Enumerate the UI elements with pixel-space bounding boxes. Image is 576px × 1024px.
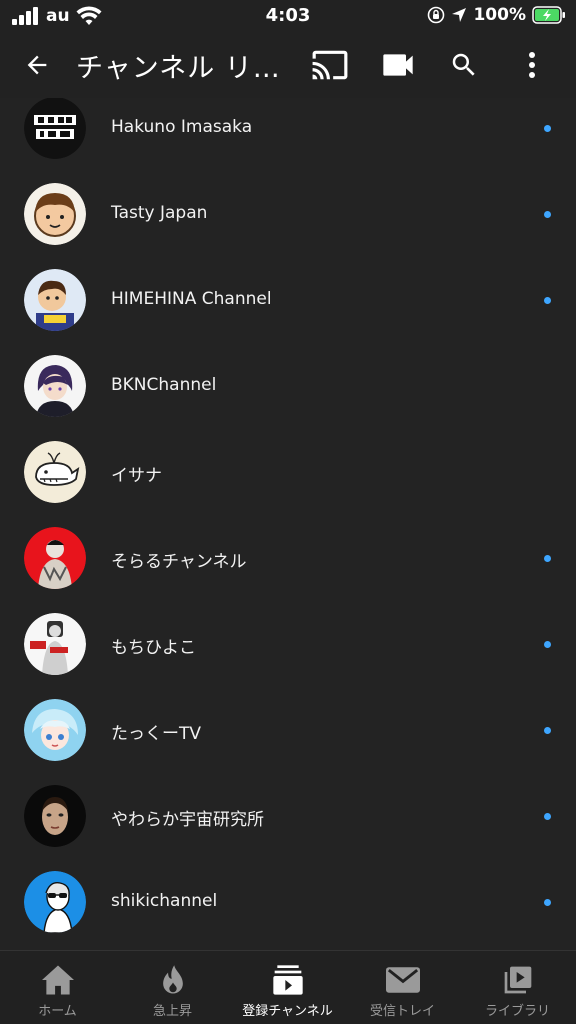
nav-trending[interactable]: 急上昇 [115, 951, 230, 1024]
back-button[interactable] [13, 41, 61, 89]
channel-name: やわらか宇宙研究所 [111, 810, 264, 830]
new-content-dot [544, 641, 551, 648]
nav-label: ライブラリ [484, 1004, 550, 1019]
battery-percent: 100% [473, 5, 526, 25]
channel-name: たっくーTV [111, 724, 202, 744]
new-content-dot [544, 125, 551, 132]
location-icon [452, 8, 467, 22]
list-item[interactable]: Hakuno Imasaka [0, 98, 576, 171]
list-item[interactable]: HIMEHINA Channel [0, 257, 576, 343]
app-bar: チャンネル リ… [0, 32, 576, 98]
list-item[interactable]: Tasty Japan [0, 171, 576, 257]
channel-name: Hakuno Imasaka [111, 117, 253, 137]
nav-label: 急上昇 [152, 1004, 192, 1019]
more-options-button[interactable] [508, 41, 556, 89]
avatar [24, 355, 86, 417]
back-arrow-icon [27, 55, 47, 75]
nav-label: ホーム [38, 1004, 77, 1019]
battery-charging-icon [532, 6, 565, 24]
cast-button[interactable] [306, 41, 354, 89]
nav-home[interactable]: ホーム [0, 951, 115, 1024]
new-content-dot [544, 211, 551, 218]
avatar [24, 441, 86, 503]
list-item[interactable]: shikichannel [0, 859, 576, 945]
status-bar: au 4:03 100% [0, 0, 576, 32]
channel-list: Hakuno Imasaka Tasty Japan HIMEHINA Chan… [0, 98, 576, 950]
avatar [24, 699, 86, 761]
create-video-button[interactable] [374, 41, 422, 89]
flame-icon [162, 965, 183, 994]
nav-inbox[interactable]: 受信トレイ [345, 951, 460, 1024]
cast-icon [312, 50, 348, 80]
list-item[interactable]: たっくーTV [0, 687, 576, 773]
library-icon [504, 966, 531, 994]
new-content-dot [544, 297, 551, 304]
video-camera-icon [383, 54, 413, 76]
search-icon [452, 53, 475, 76]
list-item[interactable]: もちひよこ [0, 601, 576, 687]
nav-subscriptions[interactable]: 登録チャンネル [230, 951, 345, 1024]
bottom-navigation: ホーム 急上昇 登録チャンネル 受信トレイ ライブラリ [0, 950, 576, 1024]
list-item[interactable]: そらるチャンネル [0, 515, 576, 601]
list-item[interactable]: BKNChannel [0, 343, 576, 429]
channel-name: もちひよこ [111, 638, 196, 658]
page-title: チャンネル リ… [76, 53, 281, 84]
channel-name: Tasty Japan [111, 203, 208, 223]
new-content-dot [544, 727, 551, 734]
search-button[interactable] [440, 41, 488, 89]
avatar [24, 98, 86, 159]
avatar [24, 183, 86, 245]
channel-name: HIMEHINA Channel [111, 289, 272, 309]
list-item[interactable]: やわらか宇宙研究所 [0, 773, 576, 859]
home-icon [41, 965, 74, 995]
list-item[interactable]: イサナ [0, 429, 576, 515]
subscriptions-icon [272, 965, 303, 995]
new-content-dot [544, 555, 551, 562]
channel-name: BKNChannel [111, 375, 217, 395]
avatar [24, 613, 86, 675]
new-content-dot [544, 813, 551, 820]
nav-label: 受信トレイ [369, 1004, 435, 1019]
orientation-lock-icon [428, 6, 445, 24]
mail-icon [385, 967, 420, 993]
avatar [24, 785, 86, 847]
more-vert-icon [529, 52, 535, 78]
channel-name: shikichannel [111, 891, 218, 911]
avatar [24, 871, 86, 933]
new-content-dot [544, 899, 551, 906]
avatar [24, 269, 86, 331]
nav-label: 登録チャンネル [242, 1004, 333, 1019]
channel-name: イサナ [111, 466, 162, 486]
nav-library[interactable]: ライブラリ [460, 951, 575, 1024]
avatar [24, 527, 86, 589]
channel-name: そらるチャンネル [111, 552, 247, 572]
